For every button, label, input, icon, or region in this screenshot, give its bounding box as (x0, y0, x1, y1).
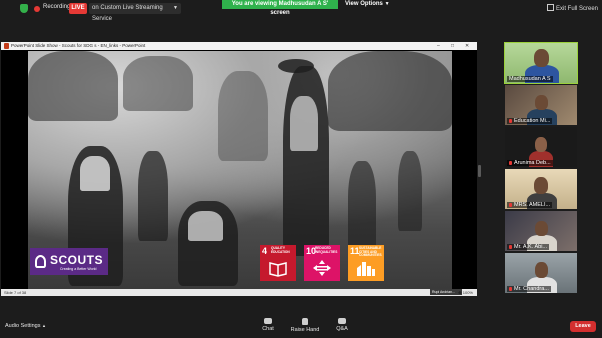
participant-tile[interactable]: Mr. A.K. Abi... (505, 211, 577, 251)
participant-tile[interactable]: Mr. Chandra... (505, 253, 577, 293)
meeting-top-bar: Recording LIVE on Custom Live Streaming … (0, 0, 602, 22)
person-head (534, 177, 548, 194)
participant-name: Education Mi... (507, 118, 553, 124)
slide-photo: SCOUTS Creating a Better World 4 QUALITY… (28, 51, 452, 289)
qa-label: Q&A (336, 326, 348, 332)
chevron-up-icon: ▲ (42, 323, 46, 328)
audio-settings-button[interactable]: Audio Settings ▲ (5, 323, 46, 329)
participant-name: MRS. AMELI... (507, 202, 553, 208)
city-icon (357, 262, 375, 276)
scoutmaster-silhouette (283, 66, 329, 256)
participant-name: Arunima Deb... (507, 160, 553, 166)
chat-button[interactable]: Chat (258, 318, 278, 332)
participant-name-text: Education Mi... (514, 118, 551, 124)
view-options-button[interactable]: View Options ▼ (345, 1, 390, 7)
panel-resize-handle[interactable] (478, 165, 481, 177)
recording-label[interactable]: Recording (43, 4, 70, 10)
raise-hand-button[interactable]: Raise Hand (286, 318, 324, 333)
audio-settings-label: Audio Settings (5, 323, 41, 329)
raise-hand-icon (302, 318, 308, 325)
exit-fullscreen-button[interactable]: Exit Full Screen (547, 4, 598, 12)
person-head (535, 262, 548, 278)
recording-dot-icon (34, 6, 40, 12)
muted-mic-icon (509, 244, 512, 249)
participant-name-text: Arunima Deb... (514, 160, 551, 166)
scout-hat (278, 59, 314, 73)
maximize-icon: □ (451, 43, 455, 49)
tree-silhouette (123, 56, 193, 111)
muted-mic-icon (509, 202, 512, 207)
security-shield-icon[interactable] (20, 4, 28, 13)
person-head (535, 221, 548, 236)
tree-silhouette (218, 71, 268, 161)
slide-counter: Slide 7 of 38 (4, 290, 27, 295)
leave-button[interactable]: Leave (570, 321, 596, 332)
view-options-label: View Options (345, 1, 383, 7)
sdg-card-11: 11 SUSTAINABLE CITIES AND COMMUNITIES (348, 245, 384, 281)
qa-icon (338, 318, 346, 324)
scouts-tagline: Creating a Better World (60, 267, 97, 271)
live-badge[interactable]: LIVE (69, 3, 87, 14)
equality-icon (313, 260, 331, 276)
participant-name: Mr. Chandra... (507, 286, 551, 292)
ppt-window-titlebar: PowerPoint Slide Show - Scouts for SDG s… (1, 42, 477, 50)
shared-screen: PowerPoint Slide Show - Scouts for SDG s… (1, 42, 477, 296)
book-icon (269, 262, 287, 277)
sdg-label: QUALITY EDUCATION (271, 246, 290, 254)
person-head (534, 49, 549, 67)
scouts-logo: SCOUTS Creating a Better World (30, 248, 108, 275)
qa-button[interactable]: Q&A (332, 318, 352, 332)
person-head (535, 95, 548, 110)
minimize-icon: – (437, 43, 440, 49)
tree-silhouette (328, 51, 452, 131)
chevron-down-icon: ▼ (384, 1, 390, 7)
participant-name: Madhusudan A S (507, 76, 553, 82)
person-silhouette (348, 161, 376, 251)
participant-tile[interactable]: Education Mi... (505, 85, 577, 125)
sdg-number: 4 (262, 246, 268, 256)
person-head (535, 137, 547, 152)
exit-fullscreen-icon (547, 4, 554, 11)
muted-mic-icon (509, 118, 512, 123)
streaming-service-dropdown[interactable]: on Custom Live Streaming Service ▼ (89, 3, 181, 22)
presenter-name-label: Rupi Andrian... (430, 289, 462, 295)
chat-icon (264, 318, 272, 324)
powerpoint-icon (4, 43, 9, 49)
viewing-screen-banner: You are viewing Madhusudan A S' screen (222, 0, 338, 16)
chevron-down-icon: ▼ (173, 5, 178, 11)
sdg-card-4: 4 QUALITY EDUCATION (260, 245, 296, 281)
participant-name-text: Mr. A.K. Abi... (514, 244, 548, 250)
exit-fullscreen-label: Exit Full Screen (556, 6, 599, 12)
scouts-logo-text: SCOUTS (50, 253, 104, 267)
chat-label: Chat (262, 326, 274, 332)
person-shirt (188, 211, 223, 241)
sdg-card-10: 10 REDUCED INEQUALITIES (304, 245, 340, 281)
fleur-de-lis-icon (35, 255, 46, 268)
person-shirt (80, 156, 110, 191)
close-icon: ✕ (465, 43, 470, 49)
sdg-label: SUSTAINABLE CITIES AND COMMUNITIES (359, 246, 382, 258)
participant-tile[interactable]: Arunima Deb... (505, 127, 577, 167)
streaming-service-label: on Custom Live Streaming Service (92, 5, 163, 22)
tree-silhouette (28, 51, 118, 121)
participant-name-text: Mr. Chandra... (514, 286, 549, 292)
muted-mic-icon (509, 286, 512, 291)
ppt-window-title: PowerPoint Slide Show - Scouts for SDG s… (11, 43, 146, 48)
sdg-label: REDUCED INEQUALITIES (315, 246, 338, 254)
raise-hand-label: Raise Hand (290, 327, 320, 333)
participant-name: Mr. A.K. Abi... (507, 244, 550, 250)
scoutmaster-shirt (290, 96, 318, 151)
person-silhouette (138, 151, 168, 241)
participant-name-text: MRS. AMELI... (514, 202, 551, 208)
ppt-status-bar: Slide 7 of 38 ⊕ 100% (1, 289, 477, 296)
participant-tile[interactable]: Madhusudan A S (504, 42, 578, 84)
muted-mic-icon (509, 160, 512, 165)
person-silhouette (398, 151, 422, 231)
participant-tile[interactable]: MRS. AMELI... (505, 169, 577, 209)
